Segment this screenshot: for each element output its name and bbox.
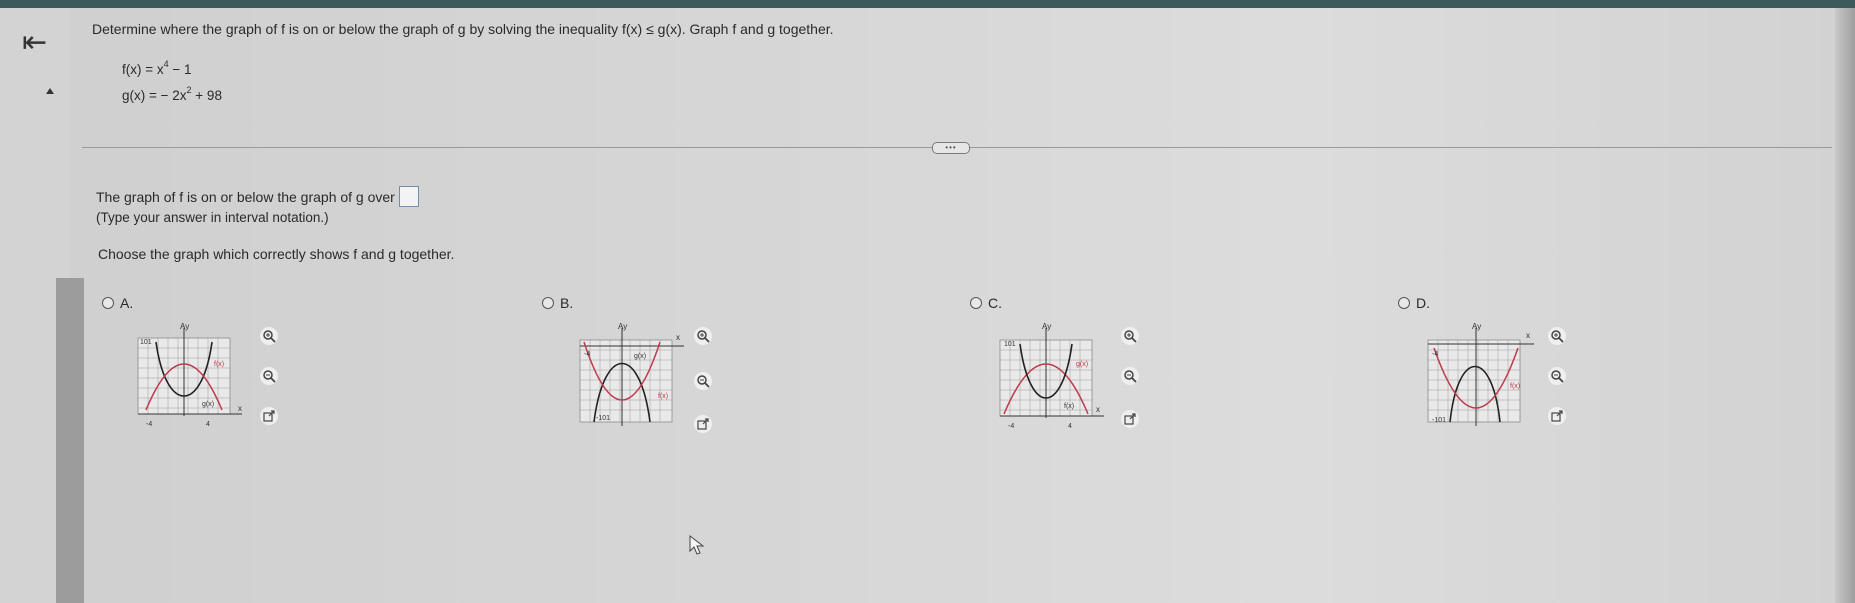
svg-text:g(x): g(x) xyxy=(634,353,646,360)
option-c[interactable]: C. xyxy=(970,295,1002,311)
zoom-in-icon[interactable] xyxy=(694,327,712,345)
svg-text:f(x): f(x) xyxy=(658,393,668,400)
graph-a: Ay x 101 f(x) g(x) -4 4 xyxy=(137,322,242,428)
right-edge xyxy=(1835,8,1855,603)
answer-input[interactable] xyxy=(398,186,419,207)
zoom-out-icon[interactable] xyxy=(694,372,712,390)
graph-d: Ay x -4 f(x) -101 xyxy=(1427,322,1534,426)
open-external-icon[interactable] xyxy=(260,407,278,425)
function-g: g(x) = − 2x2 + 98 xyxy=(122,85,222,103)
zoom-out-icon[interactable] xyxy=(1548,367,1566,385)
zoom-out-icon[interactable] xyxy=(1121,367,1139,385)
y-axis-label: Ay xyxy=(180,322,189,331)
zoom-out-icon[interactable] xyxy=(260,367,278,385)
svg-text:x: x xyxy=(1526,331,1530,340)
radio-b[interactable] xyxy=(542,297,554,309)
back-to-start-icon[interactable]: ⇤ xyxy=(22,28,58,60)
choose-graph-text: Choose the graph which correctly shows f… xyxy=(98,246,455,262)
x-min-label: -4 xyxy=(146,421,152,428)
svg-text:Ay: Ay xyxy=(618,322,627,331)
svg-text:-4: -4 xyxy=(1432,351,1438,358)
g-label: g(x) xyxy=(202,401,214,408)
answer-hint: (Type your answer in interval notation.) xyxy=(96,210,329,225)
caret-up-icon[interactable] xyxy=(46,88,54,94)
question-prompt: Determine where the graph of f is on or … xyxy=(92,21,834,37)
function-f: f(x) = x4 − 1 xyxy=(122,59,192,77)
svg-text:4: 4 xyxy=(1068,423,1072,430)
y-max-label: 101 xyxy=(140,339,152,346)
svg-text:g(x): g(x) xyxy=(1076,361,1088,368)
svg-text:-4: -4 xyxy=(584,351,590,358)
x-axis-label: x xyxy=(238,404,242,413)
mouse-cursor-icon xyxy=(689,534,705,555)
svg-text:f(x): f(x) xyxy=(1064,403,1074,410)
svg-text:x: x xyxy=(676,333,680,342)
expand-button[interactable]: ••• xyxy=(932,142,970,154)
zoom-in-icon[interactable] xyxy=(1121,327,1139,345)
f-label: f(x) xyxy=(214,361,224,368)
open-external-icon[interactable] xyxy=(694,415,712,433)
option-d[interactable]: D. xyxy=(1398,295,1430,311)
svg-text:-101: -101 xyxy=(596,415,610,422)
open-external-icon[interactable] xyxy=(1548,407,1566,425)
svg-text:-101: -101 xyxy=(1432,417,1446,424)
zoom-in-icon[interactable] xyxy=(260,327,278,345)
top-bar xyxy=(0,0,1855,8)
radio-c[interactable] xyxy=(970,297,982,309)
option-b[interactable]: B. xyxy=(542,295,573,311)
svg-text:Ay: Ay xyxy=(1042,322,1051,331)
graph-b: Ay x -4 g(x) f(x) -101 xyxy=(579,322,684,426)
svg-text:101: 101 xyxy=(1004,341,1016,348)
x-max-label: 4 xyxy=(206,421,210,428)
svg-text:x: x xyxy=(1096,405,1100,414)
option-a[interactable]: A. xyxy=(102,295,133,311)
radio-a[interactable] xyxy=(102,297,114,309)
graph-c: Ay x 101 g(x) f(x) -4 4 xyxy=(999,322,1104,430)
zoom-in-icon[interactable] xyxy=(1548,327,1566,345)
svg-text:f(x): f(x) xyxy=(1510,383,1520,390)
radio-d[interactable] xyxy=(1398,297,1410,309)
open-external-icon[interactable] xyxy=(1121,410,1139,428)
scrollbar[interactable] xyxy=(56,278,84,603)
answer-statement: The graph of f is on or below the graph … xyxy=(96,186,419,207)
svg-text:Ay: Ay xyxy=(1472,322,1481,331)
svg-text:-4: -4 xyxy=(1008,423,1014,430)
